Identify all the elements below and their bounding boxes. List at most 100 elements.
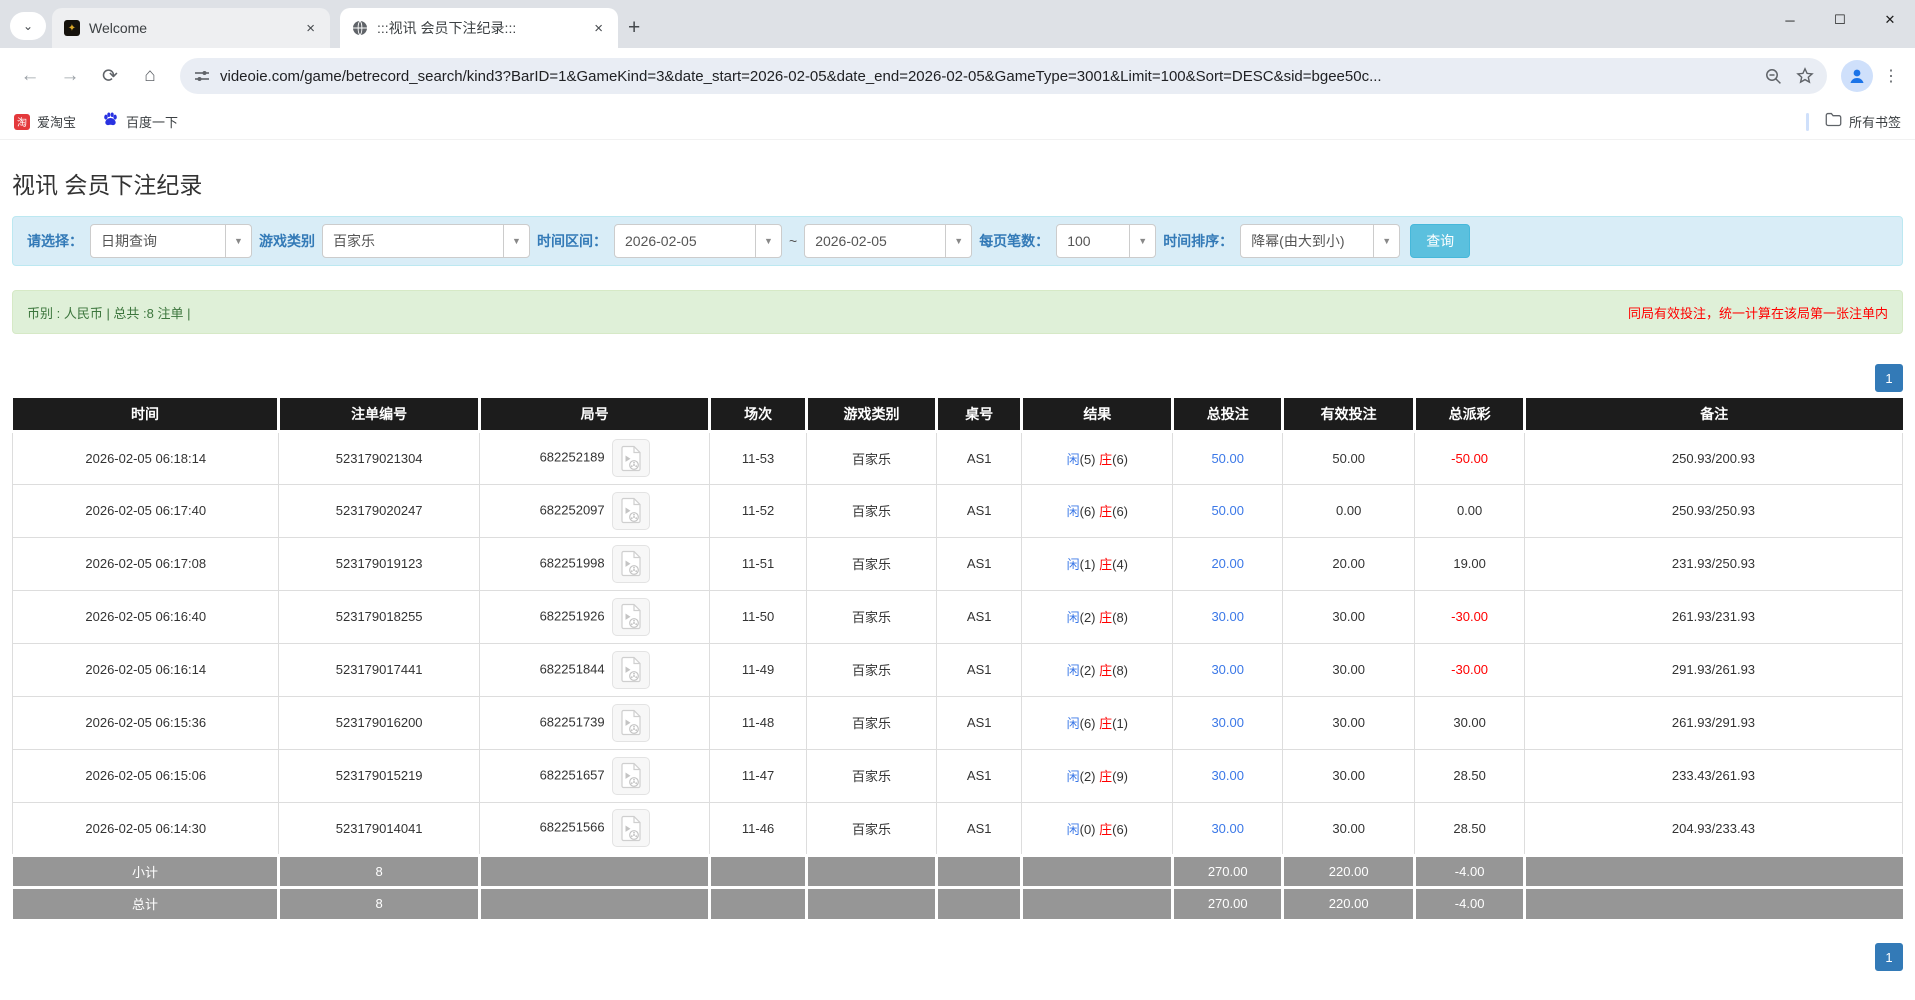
globe-favicon-icon xyxy=(352,20,368,36)
bet-time: 2026-02-05 06:16:40 xyxy=(13,590,279,643)
total-bet-link[interactable]: 20.00 xyxy=(1173,537,1283,590)
video-replay-button[interactable] xyxy=(612,545,650,583)
date-end-select[interactable]: 2026-02-05 ▼ xyxy=(804,224,972,258)
game-kind-label: 游戏类别 xyxy=(259,231,315,251)
table-header: 时间 注单编号 局号 场次 游戏类别 桌号 结果 总投注 有效投注 总派彩 备注 xyxy=(13,398,1903,431)
payout: 19.00 xyxy=(1415,537,1525,590)
remark: 231.93/250.93 xyxy=(1524,537,1902,590)
page-1-button[interactable]: 1 xyxy=(1875,943,1903,971)
forward-icon[interactable]: → xyxy=(50,56,90,96)
game-kind-select[interactable]: 百家乐 ▼ xyxy=(322,224,530,258)
video-replay-button[interactable] xyxy=(612,809,650,847)
back-icon[interactable]: ← xyxy=(10,56,50,96)
table-footer: 小计 8 270.00 220.00 -4.00 总计 8 270.00 220… xyxy=(13,855,1903,919)
bet-time: 2026-02-05 06:17:08 xyxy=(13,537,279,590)
game-kind: 百家乐 xyxy=(806,537,936,590)
tab-title: Welcome xyxy=(89,20,301,36)
summary-info-bar: 币别 : 人民币 | 总共 :8 注单 | 同局有效投注，统一计算在该局第一张注… xyxy=(12,290,1903,334)
col-table: 桌号 xyxy=(937,398,1022,431)
remark: 261.93/231.93 xyxy=(1524,590,1902,643)
tab-close-icon[interactable]: × xyxy=(301,19,320,38)
taobao-icon: 淘 xyxy=(14,114,30,130)
pagination-top: 1 xyxy=(12,364,1903,392)
bet-time: 2026-02-05 06:16:14 xyxy=(13,643,279,696)
tab-close-icon[interactable]: × xyxy=(589,19,608,38)
sort-select[interactable]: 降幂(由大到小) ▼ xyxy=(1240,224,1400,258)
reload-icon[interactable]: ⟳ xyxy=(90,56,130,96)
col-time: 时间 xyxy=(13,398,279,431)
bookmark-aitaobao[interactable]: 淘 爱淘宝 xyxy=(14,112,76,131)
video-replay-button[interactable] xyxy=(612,704,650,742)
maximize-button[interactable]: ☐ xyxy=(1815,0,1865,40)
home-icon[interactable]: ⌂ xyxy=(130,56,170,96)
tab-bar: ⌄ ✦ Welcome × :::视讯 会员下注纪录::: × + ─ ☐ ✕ xyxy=(0,0,1915,48)
chevron-down-icon: ▼ xyxy=(503,225,529,257)
total-label: 总计 xyxy=(13,887,279,919)
game-kind: 百家乐 xyxy=(806,696,936,749)
total-bet-link[interactable]: 50.00 xyxy=(1173,484,1283,537)
tab-welcome[interactable]: ✦ Welcome × xyxy=(52,8,330,48)
total-total-bet: 270.00 xyxy=(1173,887,1283,919)
bet-id: 523179017441 xyxy=(279,643,479,696)
table-code: AS1 xyxy=(937,696,1022,749)
total-bet-link[interactable]: 30.00 xyxy=(1173,802,1283,855)
new-tab-button[interactable]: + xyxy=(628,18,640,38)
video-replay-button[interactable] xyxy=(612,492,650,530)
subtotal-count: 8 xyxy=(279,855,479,887)
payout: -30.00 xyxy=(1415,643,1525,696)
query-type-select[interactable]: 日期查询 ▼ xyxy=(90,224,252,258)
same-round-notice-text: 同局有效投注，统一计算在该局第一张注单内 xyxy=(1628,303,1888,322)
total-valid-bet: 220.00 xyxy=(1283,887,1415,919)
col-payout: 总派彩 xyxy=(1415,398,1525,431)
page-1-button[interactable]: 1 xyxy=(1875,364,1903,392)
total-bet-link[interactable]: 30.00 xyxy=(1173,749,1283,802)
video-replay-button[interactable] xyxy=(612,651,650,689)
all-bookmarks-button[interactable]: 所有书签 xyxy=(1825,112,1901,132)
address-bar[interactable]: videoie.com/game/betrecord_search/kind3?… xyxy=(180,58,1827,94)
bet-row: 2026-02-05 06:14:30523179014041682251566… xyxy=(13,802,1903,855)
zoom-out-icon[interactable] xyxy=(1757,60,1789,92)
tab-betrecord[interactable]: :::视讯 会员下注纪录::: × xyxy=(340,8,618,48)
total-bet-link[interactable]: 30.00 xyxy=(1173,590,1283,643)
bookmarks-divider xyxy=(1806,113,1809,131)
col-remark: 备注 xyxy=(1524,398,1902,431)
table-code: AS1 xyxy=(937,484,1022,537)
per-page-select[interactable]: 100 ▼ xyxy=(1056,224,1156,258)
bookmark-baidu[interactable]: 百度一下 xyxy=(102,111,178,133)
remark: 250.93/250.93 xyxy=(1524,484,1902,537)
video-replay-button[interactable] xyxy=(612,598,650,636)
filter-panel: 请选择： 日期查询 ▼ 游戏类别 百家乐 ▼ 时间区间： 2026-02-05 … xyxy=(12,216,1903,266)
date-start-select[interactable]: 2026-02-05 ▼ xyxy=(614,224,782,258)
col-total-bet: 总投注 xyxy=(1173,398,1283,431)
browser-menu-icon[interactable]: ⋮ xyxy=(1877,60,1905,92)
url-text[interactable]: videoie.com/game/betrecord_search/kind3?… xyxy=(220,68,1757,85)
total-bet-link[interactable]: 30.00 xyxy=(1173,643,1283,696)
minimize-button[interactable]: ─ xyxy=(1765,0,1815,40)
chevron-down-icon: ▼ xyxy=(945,225,971,257)
total-bet-link[interactable]: 50.00 xyxy=(1173,431,1283,484)
game-kind: 百家乐 xyxy=(806,802,936,855)
round-id: 682251566 xyxy=(479,802,710,855)
bookmark-star-icon[interactable] xyxy=(1789,60,1821,92)
select-type-label: 请选择： xyxy=(27,231,83,251)
profile-avatar[interactable] xyxy=(1841,60,1873,92)
currency-total-text: 币别 : 人民币 | 总共 :8 注单 | xyxy=(27,303,191,322)
total-bet-link[interactable]: 30.00 xyxy=(1173,696,1283,749)
tab-search-chevron-icon[interactable]: ⌄ xyxy=(10,12,46,40)
bet-time: 2026-02-05 06:18:14 xyxy=(13,431,279,484)
bet-row: 2026-02-05 06:17:40523179020247682252097… xyxy=(13,484,1903,537)
video-replay-button[interactable] xyxy=(612,439,650,477)
video-replay-button[interactable] xyxy=(612,757,650,795)
search-button[interactable]: 查询 xyxy=(1410,224,1470,258)
payout: 28.50 xyxy=(1415,749,1525,802)
payout: 28.50 xyxy=(1415,802,1525,855)
round-id: 682251657 xyxy=(479,749,710,802)
site-info-icon[interactable] xyxy=(194,68,210,84)
result: 闲(2) 庄(8) xyxy=(1022,643,1173,696)
subtotal-total-bet: 270.00 xyxy=(1173,855,1283,887)
payout: 0.00 xyxy=(1415,484,1525,537)
close-window-button[interactable]: ✕ xyxy=(1865,0,1915,40)
session: 11-46 xyxy=(710,802,806,855)
bet-row: 2026-02-05 06:15:36523179016200682251739… xyxy=(13,696,1903,749)
result: 闲(1) 庄(4) xyxy=(1022,537,1173,590)
